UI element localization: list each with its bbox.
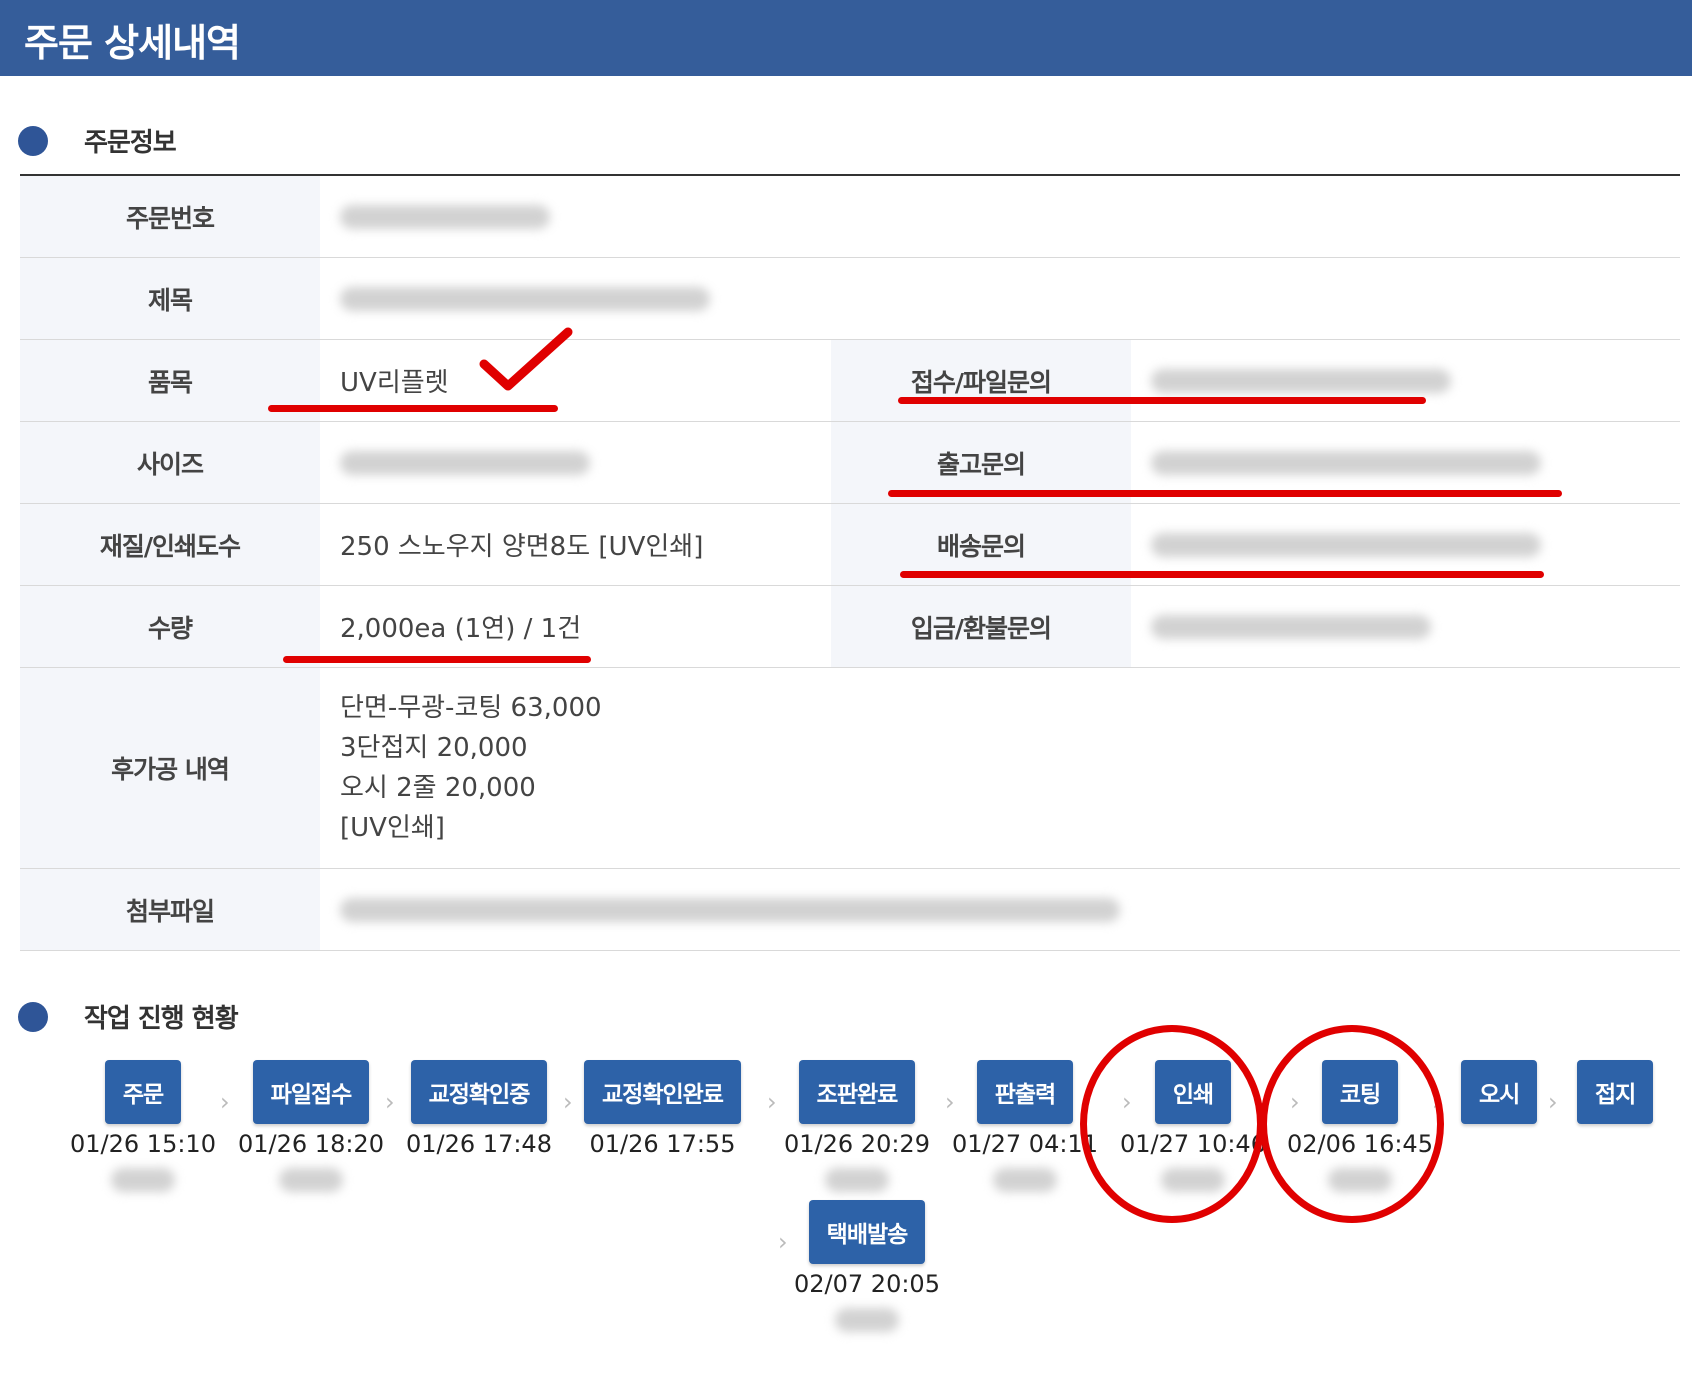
chevron-right-icon: › xyxy=(563,1088,573,1116)
annotation-underline xyxy=(888,490,1562,497)
step-proof-complete-button[interactable]: 교정확인완료 xyxy=(584,1060,741,1124)
chevron-right-icon: › xyxy=(767,1088,777,1116)
step-proof-complete: 교정확인완료 01/26 17:55 xyxy=(584,1060,741,1158)
value-post-processing: 단면-무광-코팅 63,000 3단접지 20,000 오시 2줄 20,000… xyxy=(320,668,1680,868)
step-creasing: 오시 xyxy=(1461,1060,1538,1124)
value-quantity: 2,000ea (1연) / 1건 xyxy=(340,614,582,644)
step-proof-checking-button[interactable]: 교정확인중 xyxy=(410,1060,548,1124)
label-reception: 접수/파일문의 xyxy=(831,340,1131,421)
annotation-underline xyxy=(283,656,591,663)
step-courier-shipping-button[interactable]: 택배발송 xyxy=(808,1200,926,1264)
step-folding-button[interactable]: 접지 xyxy=(1577,1060,1654,1124)
step-folding: 접지 xyxy=(1577,1060,1654,1124)
annotation-underline xyxy=(898,397,1426,404)
value-attachment[interactable] xyxy=(320,869,1680,950)
chevron-right-icon: › xyxy=(1548,1088,1558,1116)
step-order-button[interactable]: 주문 xyxy=(104,1060,182,1124)
row-quantity: 수량 2,000ea (1연) / 1건 입금/환불문의 xyxy=(20,586,1680,668)
value-refund xyxy=(1131,586,1680,667)
step-proof-checking: 교정확인중 01/26 17:48 xyxy=(406,1060,552,1158)
chevron-right-icon: › xyxy=(778,1228,788,1256)
row-order-no: 주문번호 xyxy=(20,176,1680,258)
value-material: 250 스노우지 양면8도 [UV인쇄] xyxy=(340,532,704,562)
step-date: 01/26 20:29 xyxy=(784,1130,930,1158)
step-order: 주문 01/26 15:10 xyxy=(70,1060,216,1192)
step-file-received-button[interactable]: 파일접수 xyxy=(252,1060,370,1124)
label-quantity: 수량 xyxy=(20,586,320,667)
page-header: 주문 상세내역 xyxy=(0,0,1692,76)
order-info-section-title: 주문정보 xyxy=(18,122,177,159)
annotation-underline xyxy=(900,571,1544,578)
post-line: 오시 2줄 20,000 xyxy=(340,773,536,803)
step-creasing-button[interactable]: 오시 xyxy=(1461,1060,1538,1124)
step-date: 01/26 17:48 xyxy=(406,1130,552,1158)
chevron-right-icon: › xyxy=(385,1088,395,1116)
post-line: 3단접지 20,000 xyxy=(340,733,528,763)
value-size xyxy=(320,422,831,503)
order-info-table: 주문번호 제목 품목 UV리플렛 접수/파일문의 사이즈 출고문의 재질/인쇄도… xyxy=(20,174,1680,951)
step-date: 01/26 17:55 xyxy=(589,1130,736,1158)
row-title: 제목 xyxy=(20,258,1680,340)
page-title: 주문 상세내역 xyxy=(24,21,241,65)
label-size: 사이즈 xyxy=(20,422,320,503)
row-post-processing: 후가공 내역 단면-무광-코팅 63,000 3단접지 20,000 오시 2줄… xyxy=(20,668,1680,869)
step-date: 01/26 18:20 xyxy=(238,1130,384,1158)
annotation-underline xyxy=(268,405,558,412)
step-plate-output: 판출력 01/27 04:11 xyxy=(952,1060,1098,1192)
label-material: 재질/인쇄도수 xyxy=(20,504,320,585)
bullet-icon xyxy=(18,1001,48,1032)
step-imposition-button[interactable]: 조판완료 xyxy=(798,1060,916,1124)
progress-section-title: 작업 진행 현황 xyxy=(18,998,239,1035)
post-line: [UV인쇄] xyxy=(340,813,445,843)
step-plate-output-button[interactable]: 판출력 xyxy=(976,1060,1074,1124)
row-attachment: 첨부파일 xyxy=(20,869,1680,951)
value-reception xyxy=(1131,340,1680,421)
annotation-circle xyxy=(1260,1025,1444,1223)
label-order-no: 주문번호 xyxy=(20,176,320,257)
value-order-no xyxy=(320,176,1680,257)
label-post-processing: 후가공 내역 xyxy=(20,668,320,868)
post-line: 단면-무광-코팅 63,000 xyxy=(340,693,602,723)
step-date: 01/26 15:10 xyxy=(70,1130,216,1158)
step-date: 01/27 04:11 xyxy=(952,1130,1098,1158)
label-title: 제목 xyxy=(20,258,320,339)
step-file-received: 파일접수 01/26 18:20 xyxy=(238,1060,384,1192)
annotation-circle xyxy=(1080,1025,1264,1223)
bullet-icon xyxy=(18,125,48,156)
chevron-right-icon: › xyxy=(220,1088,230,1116)
step-date: 02/07 20:05 xyxy=(794,1270,940,1298)
check-mark-icon xyxy=(479,327,573,391)
label-refund: 입금/환불문의 xyxy=(831,586,1131,667)
step-courier-shipping: 택배발송 02/07 20:05 xyxy=(794,1200,940,1332)
label-attachment: 첨부파일 xyxy=(20,869,320,950)
step-imposition: 조판완료 01/26 20:29 xyxy=(784,1060,930,1192)
